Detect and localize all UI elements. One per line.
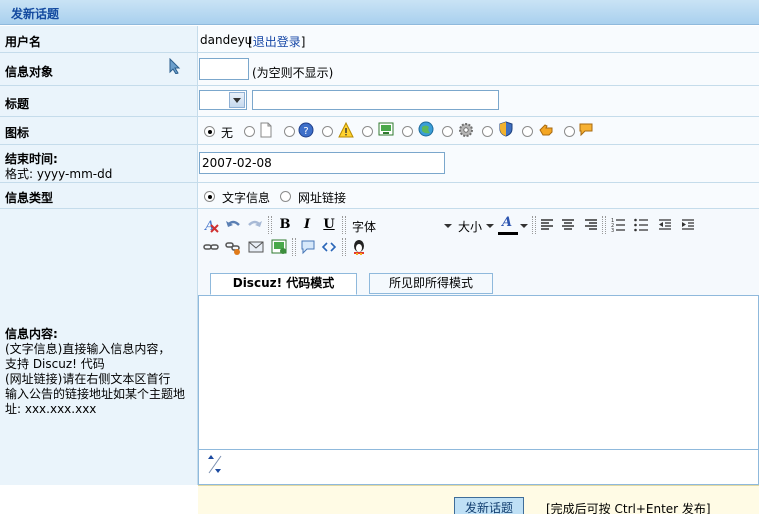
content-row: 信息内容: (文字信息)直接输入信息内容， 支持 Discuz! 代码 (网址链… — [0, 209, 759, 485]
svg-text:?: ? — [303, 126, 308, 137]
gear-icon — [459, 123, 473, 137]
subject-prefix-select[interactable] — [199, 90, 247, 110]
tab-code-mode[interactable]: Discuz! 代码模式 — [210, 273, 357, 295]
chevron-down-icon[interactable] — [518, 216, 530, 234]
remove-format-icon[interactable]: A — [202, 216, 220, 234]
question-icon: ? — [298, 122, 314, 138]
indent-icon[interactable] — [679, 216, 697, 234]
email-icon[interactable] — [247, 238, 265, 256]
picture-icon — [378, 122, 394, 136]
info-type-link-radio[interactable] — [280, 191, 291, 202]
blank-page-icon — [260, 122, 272, 138]
font-color-button[interactable]: A — [498, 214, 516, 232]
toolbar-separator — [532, 216, 536, 234]
font-size-dropdown[interactable]: 大小 — [458, 218, 482, 235]
editor-statusbar — [198, 450, 759, 485]
username-value: dandeyu — [200, 33, 253, 47]
recipient-input[interactable] — [199, 58, 249, 80]
bullet-list-icon[interactable] — [632, 216, 650, 234]
info-type-row: 信息类型 文字信息 网址链接 — [0, 183, 759, 209]
shield-icon — [499, 121, 513, 137]
hand-pointer-icon — [539, 124, 553, 136]
icon-radio-8[interactable] — [522, 126, 533, 137]
svg-text:3: 3 — [611, 228, 614, 234]
toolbar-separator — [292, 238, 296, 256]
icon-radio-9[interactable] — [564, 126, 575, 137]
globe-icon — [418, 121, 434, 137]
undo-icon[interactable] — [224, 216, 242, 234]
subject-row: 标题 — [0, 86, 759, 117]
quote-icon[interactable] — [299, 238, 317, 256]
submit-bar: 发新话题 [完成后可按 Ctrl+Enter 发布] — [198, 485, 759, 514]
outdent-icon[interactable] — [656, 216, 674, 234]
icon-none-label: 无 — [221, 126, 234, 140]
toolbar-separator — [268, 216, 272, 234]
italic-button[interactable]: I — [298, 216, 316, 234]
end-time-input[interactable] — [199, 152, 445, 174]
username-row: 用户名 dandeyu [退出登录] — [0, 26, 759, 53]
font-color-swatch — [498, 232, 518, 235]
recipient-label: 信息对象 — [5, 65, 54, 79]
font-family-dropdown[interactable]: 字体 — [352, 218, 376, 235]
form-header: 发新话题 — [0, 0, 759, 25]
subject-input[interactable] — [252, 90, 499, 110]
icon-radio-none[interactable] — [204, 126, 215, 137]
chevron-down-icon[interactable] — [229, 92, 245, 108]
info-type-text-label: 文字信息 — [222, 191, 271, 205]
content-editor[interactable] — [198, 295, 759, 470]
tab-wysiwyg-mode[interactable]: 所见即所得模式 — [369, 273, 493, 294]
icon-radio-6[interactable] — [442, 126, 453, 137]
icon-row: 图标 无 ? — [0, 117, 759, 145]
form-title: 发新话题 — [11, 7, 60, 21]
username-label: 用户名 — [5, 35, 42, 49]
resize-arrows-icon[interactable] — [205, 453, 223, 475]
speech-bubble-icon — [579, 123, 593, 137]
icon-label: 图标 — [5, 126, 30, 140]
chevron-down-icon[interactable] — [484, 216, 496, 234]
unlink-icon[interactable] — [224, 238, 242, 256]
logout-link[interactable]: 退出登录 — [253, 35, 301, 49]
redo-icon[interactable] — [246, 216, 264, 234]
link-icon[interactable] — [202, 238, 220, 256]
recipient-row: 信息对象 (为空则不显示) — [0, 53, 759, 86]
toolbar-separator — [342, 216, 346, 234]
mouse-cursor-icon — [169, 58, 181, 74]
warning-icon — [338, 122, 354, 138]
align-left-icon[interactable] — [538, 216, 556, 234]
info-type-text-radio[interactable] — [204, 191, 215, 202]
underline-button[interactable]: U — [320, 216, 338, 234]
icon-radio-4[interactable] — [362, 126, 373, 137]
numbered-list-icon[interactable]: 123 — [609, 216, 627, 234]
bold-button[interactable]: B — [276, 216, 294, 234]
info-type-link-label: 网址链接 — [298, 191, 347, 205]
end-time-format: 格式: yyyy-mm-dd — [5, 167, 113, 181]
icon-radio-7[interactable] — [482, 126, 493, 137]
align-center-icon[interactable] — [559, 216, 577, 234]
icon-radio-2[interactable] — [284, 126, 295, 137]
submit-button[interactable]: 发新话题 — [454, 497, 524, 514]
icon-radio-1[interactable] — [244, 126, 255, 137]
align-right-icon[interactable] — [582, 216, 600, 234]
toolbar-separator — [342, 238, 346, 256]
submit-hint: [完成后可按 Ctrl+Enter 发布] — [546, 502, 711, 514]
code-icon[interactable] — [320, 238, 338, 256]
icon-radio-3[interactable] — [322, 126, 333, 137]
toolbar-separator — [602, 216, 606, 234]
chevron-down-icon[interactable] — [442, 216, 454, 234]
content-hint-line: 址: xxx.xxx.xxx — [5, 402, 97, 416]
qq-penguin-icon[interactable] — [350, 238, 368, 256]
info-type-label: 信息类型 — [5, 191, 54, 205]
recipient-hint: (为空则不显示) — [252, 66, 334, 80]
icon-radio-5[interactable] — [402, 126, 413, 137]
insert-image-icon[interactable] — [270, 238, 288, 256]
end-time-row: 结束时间: 格式: yyyy-mm-dd — [0, 145, 759, 183]
subject-label: 标题 — [5, 97, 30, 111]
